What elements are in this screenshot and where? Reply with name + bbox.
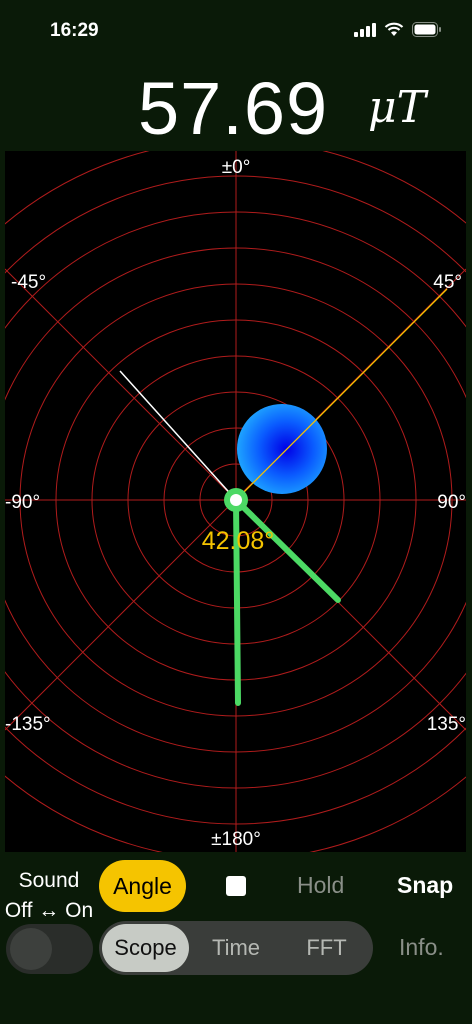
sound-toggle[interactable] [6, 924, 93, 974]
angle-readout: 42.08° [202, 527, 275, 555]
sound-label-line1: Sound [18, 869, 80, 892]
tab-time[interactable]: Time [192, 924, 280, 972]
info-button[interactable]: Info. [399, 934, 444, 961]
angle-button[interactable]: Angle [99, 860, 186, 912]
wifi-icon [384, 22, 404, 36]
sound-label-line2: Off ↔ On [4, 899, 94, 922]
status-bar: 16:29 [0, 0, 472, 60]
angle-label-bottom: ±180° [211, 829, 261, 850]
battery-icon [412, 22, 441, 37]
angle-label-left: -90° [5, 492, 40, 513]
snap-button[interactable]: Snap [397, 872, 453, 899]
angle-label-lower-left: -135° [5, 714, 51, 735]
angle-label-right: 90° [437, 492, 466, 513]
reference-needle-white [119, 370, 237, 501]
field-reading: 57.69 μT [0, 62, 472, 152]
status-icons [354, 22, 442, 37]
angle-label-top: ±0° [222, 157, 251, 178]
sound-toggle-knob [10, 928, 52, 970]
angle-label-upper-left: -45° [11, 272, 46, 293]
hold-button[interactable]: Hold [297, 872, 344, 899]
polar-scope: ±0° -45° 45° -90° 90° -135° 135° ±180° 4… [5, 151, 466, 852]
sound-label: Sound Off ↔ On [4, 866, 94, 926]
field-strength-unit: μT [368, 82, 426, 133]
angle-label-lower-right: 135° [427, 714, 466, 735]
stop-button[interactable] [226, 876, 246, 896]
field-vector-blob [237, 404, 327, 494]
cellular-signal-icon [354, 22, 376, 37]
status-time: 16:29 [50, 20, 99, 41]
tab-scope[interactable]: Scope [102, 924, 189, 972]
view-mode-selector: Scope Time FFT [99, 921, 373, 975]
angle-label-upper-right: 45° [433, 272, 462, 293]
field-direction-line [235, 288, 448, 501]
field-strength-value: 57.69 [138, 67, 329, 150]
tab-fft[interactable]: FFT [283, 924, 370, 972]
